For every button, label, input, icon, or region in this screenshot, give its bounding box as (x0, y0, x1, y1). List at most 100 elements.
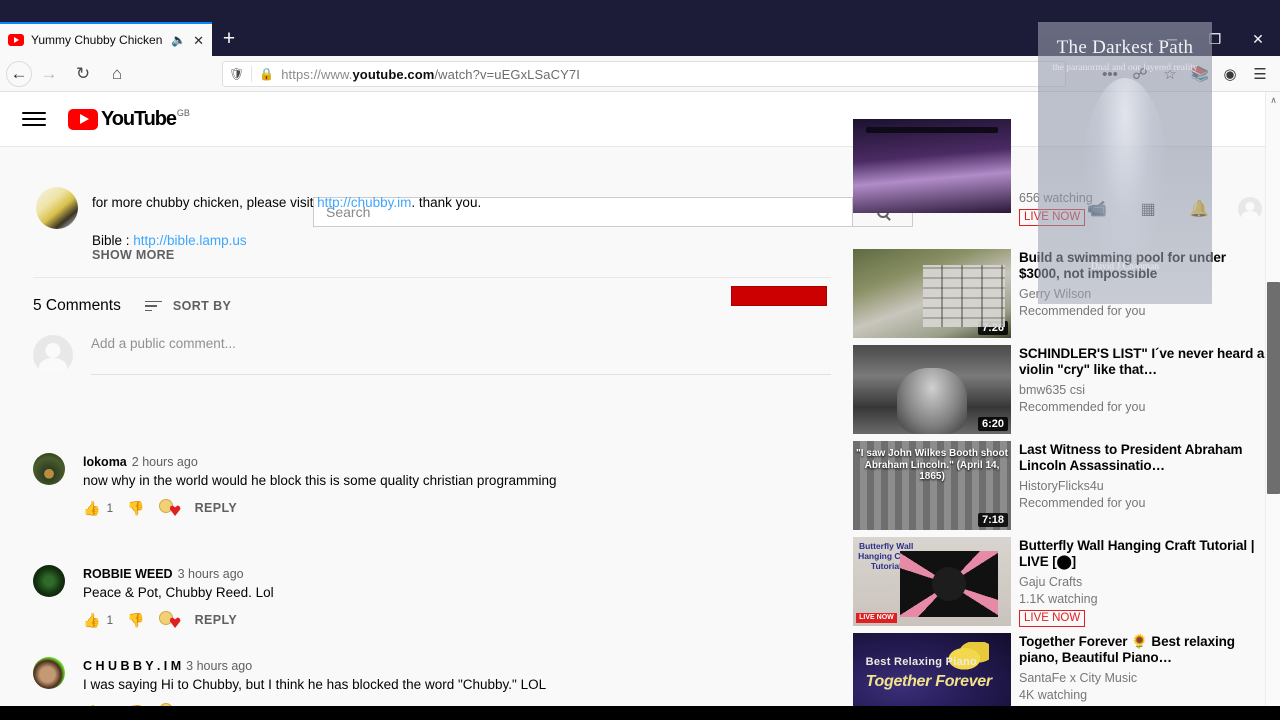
thumbs-up-icon[interactable]: 👍 (83, 613, 100, 627)
video-channel: Gerry Wilson (1019, 287, 1092, 301)
comment-text: I was saying Hi to Chubby, but I think h… (83, 677, 547, 692)
show-more-button[interactable]: SHOW MORE (92, 248, 175, 262)
comment-like-count: 1 (106, 612, 114, 627)
star-icon[interactable]: ☆ (1156, 60, 1184, 88)
back-icon[interactable]: ← (6, 60, 32, 87)
sort-by-button[interactable]: SORT BY (144, 299, 232, 313)
channel-avatar[interactable] (36, 187, 78, 229)
description-line-2: Bible : http://bible.lamp.us (92, 233, 247, 248)
new-tab-button[interactable]: + (216, 27, 242, 53)
bible-link[interactable]: http://bible.lamp.us (133, 233, 246, 248)
window-close-button[interactable]: ✕ (1238, 24, 1278, 54)
sidebar-video-item[interactable]: 6:20 SCHINDLER'S LIST" I´ve never heard … (853, 345, 1266, 434)
lock-icon[interactable]: 🔒 (259, 67, 274, 81)
comment-meta: C H U B B Y . I M 3 hours ago (83, 658, 252, 673)
video-meta: Recommended for you (1019, 304, 1146, 318)
video-title: Together Forever 🌻 Best relaxing piano, … (1019, 634, 1235, 665)
sidebar-video-item[interactable]: Butterfly Wall Hanging Craft Tutorial LI… (853, 537, 1266, 627)
description-line-1: for more chubby chicken, please visit ht… (92, 195, 482, 210)
youtube-play-icon (68, 108, 98, 130)
avatar[interactable] (33, 565, 65, 597)
reload-icon[interactable]: ↻ (66, 57, 100, 91)
page-actions-icon[interactable]: ••• (1096, 60, 1124, 88)
thumbnail-caption: "I saw John Wilkes Booth shoot Abraham L… (856, 448, 1008, 483)
thumbnail-live-badge: LIVE NOW (856, 613, 897, 624)
library-icon[interactable]: 📚 (1186, 60, 1214, 88)
comment-author[interactable]: ROBBIE WEED (83, 567, 173, 581)
forward-icon[interactable]: → (32, 57, 66, 91)
video-channel: Gaju Crafts (1019, 575, 1083, 589)
youtube-logo[interactable]: YouTube GB (68, 107, 190, 130)
video-meta: Recommended for you (1019, 496, 1146, 510)
account-icon[interactable]: ◉ (1216, 60, 1244, 88)
url-path: /watch?v=uEGxLSaCY7I (434, 66, 580, 82)
video-title: SCHINDLER'S LIST" I´ve never heard a vio… (1019, 346, 1265, 377)
reply-button[interactable]: REPLY (195, 613, 238, 627)
comment-item: lokoma 2 hours ago now why in the world w… (33, 453, 831, 516)
comment-actions: 👍 1 👎 REPLY (83, 611, 831, 628)
sidebar-video-item[interactable]: "I saw John Wilkes Booth shoot Abraham L… (853, 441, 1266, 530)
window-minimize-button[interactable]: ─ (1152, 24, 1192, 54)
video-viewers: 1.1K watching (1019, 592, 1098, 606)
video-channel: HistoryFlicks4u (1019, 479, 1104, 493)
sort-by-label: SORT BY (172, 299, 232, 313)
scrollbar-thumb[interactable] (1267, 282, 1280, 494)
reply-button[interactable]: REPLY (195, 501, 238, 515)
avatar (33, 335, 73, 375)
video-description: for more chubby chicken, please visit ht… (92, 193, 792, 269)
browser-titlebar: Yummy Chubby Chicken - 🔈 ✕ + ─ ❐ ✕ (0, 0, 1280, 56)
comment-like-count: 1 (106, 500, 114, 515)
hamburger-icon[interactable]: ☰ (1246, 60, 1274, 88)
video-title: Last Witness to President Abraham Lincol… (1019, 442, 1243, 473)
avatar[interactable] (33, 453, 65, 485)
window-maximize-button[interactable]: ❐ (1195, 24, 1235, 54)
comment-time: 2 hours ago (131, 455, 198, 469)
avatar[interactable] (33, 657, 65, 689)
comments-count: 5 Comments (33, 297, 121, 314)
close-icon[interactable]: ✕ (193, 34, 204, 47)
comment-meta: lokoma 2 hours ago (83, 454, 198, 469)
divider (33, 277, 831, 278)
butterfly-graphic (900, 551, 999, 618)
pocket-icon[interactable]: ☍ (1126, 60, 1154, 88)
comment-author[interactable]: lokoma (83, 455, 127, 469)
comments-header: 5 Comments SORT BY (33, 297, 231, 315)
address-bar[interactable]: 🛡 🔒 https://www.youtube.com/watch?v=uEGx… (222, 61, 1066, 87)
video-title: Build a swimming pool for under $3000, n… (1019, 250, 1226, 281)
video-duration: 6:20 (977, 417, 1008, 431)
thumbs-down-icon[interactable]: 👎 (127, 501, 144, 515)
comment-text: Peace & Pot, Chubby Reed. Lol (83, 585, 274, 600)
youtube-logo-text: YouTube (101, 107, 177, 130)
chubby-link[interactable]: http://chubby.im (317, 195, 411, 210)
comment-time: 3 hours ago (177, 567, 244, 581)
scroll-up-icon[interactable]: ∧ (1266, 92, 1280, 108)
shield-icon[interactable]: 🛡 (229, 67, 244, 81)
speaker-icon[interactable]: 🔈 (171, 34, 186, 46)
browser-tab[interactable]: Yummy Chubby Chicken - 🔈 ✕ (0, 22, 212, 56)
home-icon[interactable]: ⌂ (100, 57, 134, 91)
comment-author[interactable]: C H U B B Y . I M (83, 659, 181, 673)
youtube-icon (8, 34, 24, 46)
video-thumbnail: "I saw John Wilkes Booth shoot Abraham L… (853, 441, 1011, 530)
page-scrollbar[interactable]: ∧ ∨ (1265, 92, 1280, 720)
guide-menu-icon[interactable] (22, 112, 46, 126)
divider (251, 66, 253, 82)
url-text: https://www.youtube.com/watch?v=uEGxLSaC… (281, 67, 580, 82)
thumbnail-caption: Best Relaxing Piano (865, 656, 978, 669)
recommended-videos-sidebar: 656 watching LIVE NOW 7:26 Build a swimm… (846, 119, 1266, 720)
sort-icon (144, 300, 162, 312)
add-comment-input[interactable]: Add a public comment... (91, 335, 831, 375)
youtube-page: YouTube GB Search 📹 ▦ 🔔 for more chubby … (0, 92, 1280, 720)
sidebar-video-item[interactable]: 7:26 Build a swimming pool for under $30… (853, 249, 1266, 338)
thumbs-down-icon[interactable]: 👎 (127, 613, 144, 627)
url-scheme: https://www. (281, 66, 353, 82)
comment-item: ROBBIE WEED 3 hours ago Peace & Pot, Chub… (33, 565, 831, 628)
thumbs-up-icon[interactable]: 👍 (83, 501, 100, 515)
youtube-country-code: GB (176, 107, 190, 118)
comment-text: now why in the world would he block this… (83, 473, 557, 488)
video-channel: SantaFe x City Music (1019, 671, 1138, 685)
comment-time: 3 hours ago (186, 659, 253, 673)
sidebar-video-item[interactable]: 656 watching LIVE NOW (853, 119, 1093, 226)
video-viewers: 656 watching (1019, 191, 1093, 205)
subscribe-button[interactable] (731, 286, 827, 306)
